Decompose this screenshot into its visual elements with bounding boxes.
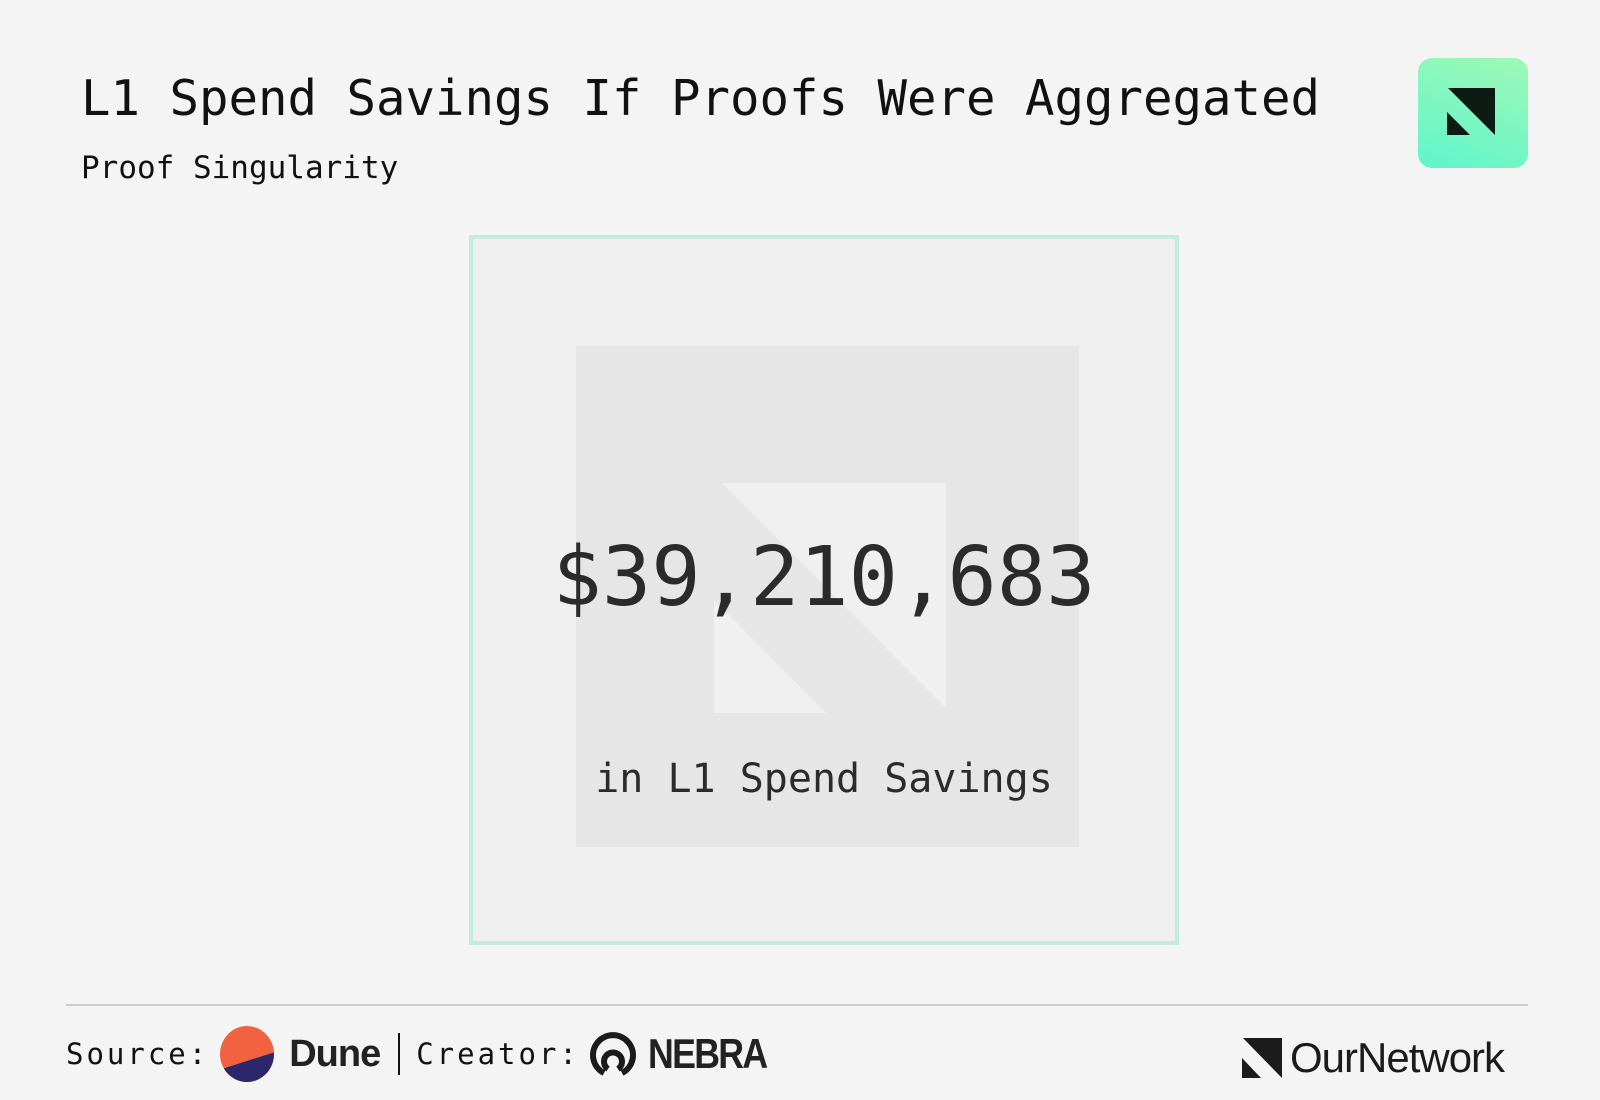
page-title: L1 Spend Savings If Proofs Were Aggregat… xyxy=(81,70,1321,127)
metric-value: $39,210,683 xyxy=(552,530,1096,625)
ournetwork-logo-icon xyxy=(1418,58,1528,168)
publisher-name: OurNetwork xyxy=(1290,1034,1505,1081)
page-subtitle: Proof Singularity xyxy=(81,150,399,186)
metric-caption: in L1 Spend Savings xyxy=(595,756,1053,802)
nebra-logo-icon xyxy=(589,1032,636,1076)
creator-name: NEBRA xyxy=(647,1030,768,1077)
creator-label: Creator: xyxy=(416,1037,580,1071)
footer-separator xyxy=(398,1033,401,1075)
ournetwork-brand: OurNetwork xyxy=(1242,1034,1505,1082)
ournetwork-mark-icon xyxy=(1242,1038,1282,1078)
dune-logo-icon xyxy=(220,1026,275,1082)
footer-credits: Source: Dune Creator: NEBRA xyxy=(66,1026,787,1082)
source-label: Source: xyxy=(66,1037,210,1071)
footer-divider xyxy=(66,1004,1528,1006)
source-name: Dune xyxy=(289,1032,381,1075)
